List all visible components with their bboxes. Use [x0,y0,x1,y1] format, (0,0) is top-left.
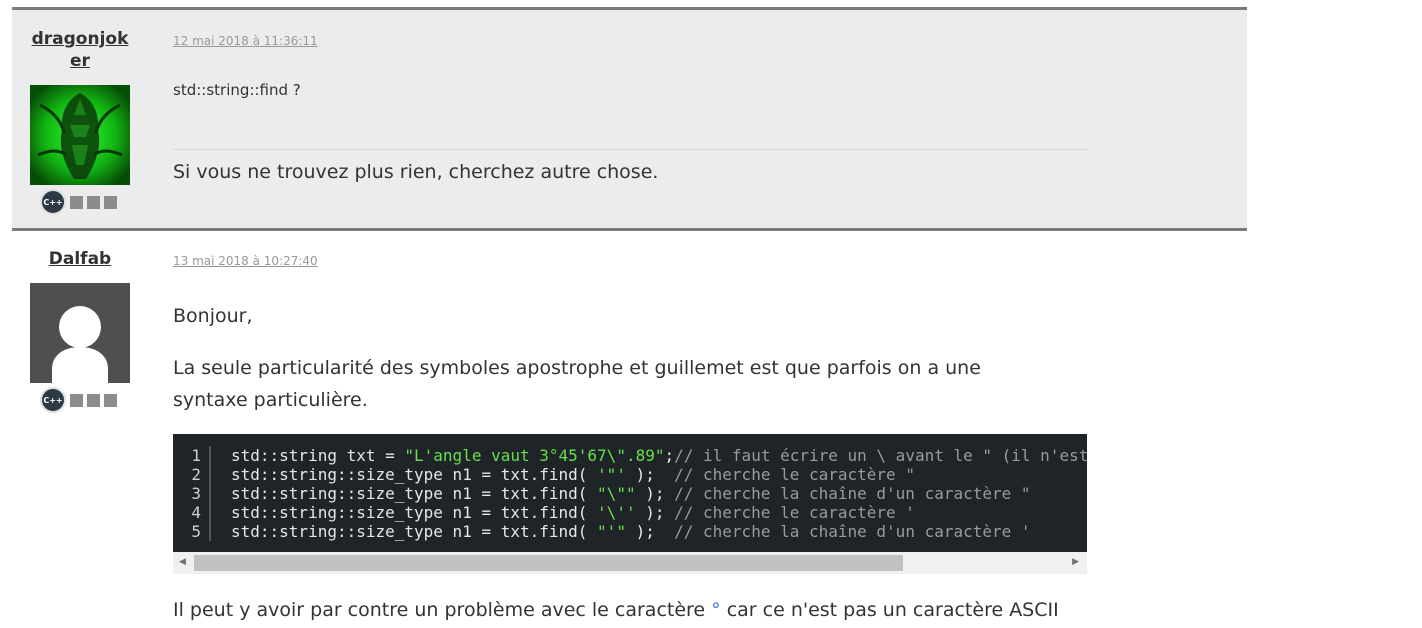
green-dragon-avatar-icon [30,85,130,185]
signature-divider [173,149,1087,150]
scroll-right-arrow-icon[interactable]: ▶ [1072,557,1079,567]
post-paragraph: La seule particularité des symboles apos… [173,357,981,411]
rank-block [70,195,83,209]
rank-block [70,393,83,407]
cpp-badge-icon: C++ [40,189,66,215]
code-comment: // cherche la chaîne d'un caractère ' [674,522,1031,541]
post-greeting: Bonjour, [173,305,253,327]
code-text: std::string::size_type n1 = txt.find( [231,465,598,484]
rank-block [104,393,117,407]
code-string: '"' [597,465,626,484]
forum-post: dragonjoker C++ 12 mai 2018 à 11:36:11 s… [12,7,1247,228]
post-signature: Si vous ne trouvez plus rien, cherchez a… [173,161,659,183]
code-line: 1 std::string txt = "L'angle vaut 3°45'67… [173,446,1087,465]
code-comment: // cherche la chaîne d'un caractère " [674,484,1031,503]
code-text: std::string::size_type n1 = txt.find( [231,522,598,541]
code-comment: // il faut écrire un \ avant le " (il n'… [674,446,1087,465]
code-string: "L'angle vaut 3°45'67\".89" [404,446,665,465]
code-text: ); [625,522,675,541]
code-line: 5 std::string::size_type n1 = txt.find( "… [173,522,1087,541]
code-comment: // cherche le caractère ' [674,503,915,522]
scrollbar-thumb[interactable] [194,555,903,571]
line-number: 3 [173,484,211,503]
code-block[interactable]: 1 std::string txt = "L'angle vaut 3°45'67… [173,434,1087,552]
default-user-avatar-icon [30,283,130,383]
rank-block [87,393,100,407]
code-line: 2 std::string::size_type n1 = txt.find( '… [173,465,1087,484]
scroll-left-arrow-icon[interactable]: ◀ [179,557,186,567]
code-text: ); [625,465,675,484]
code-text: ); [635,503,675,522]
author-avatar[interactable] [30,85,130,185]
user-badges: C++ [40,387,117,413]
code-text: ; [664,446,675,465]
code-text: std::string::size_type n1 = txt.find( [231,503,598,522]
code-comment: // cherche le caractère " [674,465,915,484]
code-text: ); [635,484,675,503]
rank-block [87,195,100,209]
user-badges: C++ [40,189,117,215]
line-number: 2 [173,465,211,484]
rank-block [104,195,117,209]
code-text: std::string::size_type n1 = txt.find( [231,484,598,503]
line-number: 5 [173,522,211,541]
post-author-link[interactable]: Dalfab [30,248,130,270]
forum-post: Dalfab C++ 13 mai 2018 à 10:27:40 Bonjou… [12,228,1247,628]
line-number: 1 [173,446,211,465]
post-body: std::string::find ? [173,81,301,99]
code-string: "\"" [597,484,636,503]
code-text: std::string txt = [231,446,405,465]
post-date-link[interactable]: 12 mai 2018 à 11:36:11 [173,34,318,48]
author-avatar[interactable] [30,283,130,383]
post-author-link[interactable]: dragonjoker [30,28,130,72]
cpp-badge-icon: C++ [40,387,66,413]
code-string: "'" [597,522,626,541]
code-line: 3 std::string::size_type n1 = txt.find( "… [173,484,1087,503]
code-horizontal-scrollbar[interactable]: ◀ ▶ [173,552,1087,574]
post-date-link[interactable]: 13 mai 2018 à 10:27:40 [173,254,318,268]
line-number: 4 [173,503,211,522]
code-line: 4 std::string::size_type n1 = txt.find( '… [173,503,1087,522]
code-string: '\'' [597,503,636,522]
